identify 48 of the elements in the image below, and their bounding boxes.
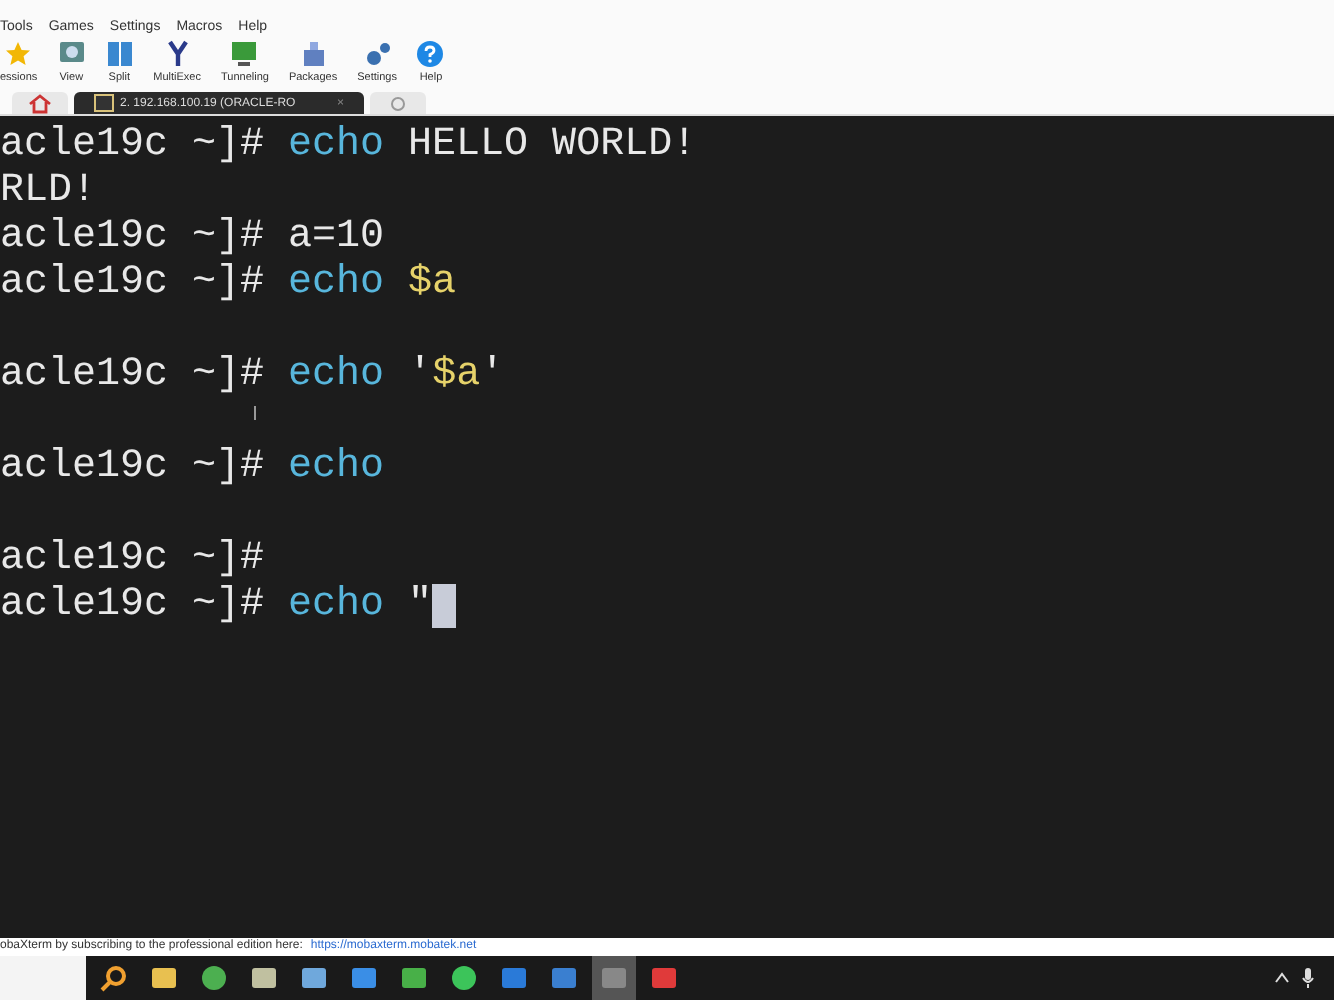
app-icon [400,964,428,992]
split-icon [105,40,134,68]
terminal-text: echo [288,582,385,628]
search-icon [100,964,128,992]
terminal-text: acle19c ~]# [0,352,267,398]
fork-icon [163,40,192,68]
tunnel-icon [230,40,259,68]
terminal-text: ' [480,352,505,398]
terminal-text: echo [288,122,385,168]
terminal-text: acle19c ~]# [0,444,267,490]
app-icon [650,964,678,992]
home-icon [28,93,52,113]
terminal-text: acle19c ~]# [0,214,267,260]
app-icon [200,964,228,992]
terminal-icon [94,94,114,112]
app-icon [300,964,328,992]
help-icon [416,40,445,68]
terminal-text: a=10 [288,214,385,260]
terminal-text: $a [408,260,457,306]
terminal-text: ' [406,352,433,398]
terminal-text: " [406,582,433,628]
terminal-text: echo [288,352,385,398]
app-icon [350,964,378,992]
package-icon [299,40,328,68]
microphone-icon [1302,968,1314,988]
gears-icon [363,40,392,68]
star-icon [4,40,33,68]
terminal-text: acle19c ~]# [0,260,267,306]
app-icon [450,964,478,992]
terminal-text: RLD! [0,168,97,214]
plus-icon [386,95,410,111]
app-icon [150,964,178,992]
terminal-text: $a [432,352,481,398]
terminal-text: echo [288,260,387,306]
terminal-text: HELLO WORLD! [406,122,697,168]
terminal-text: echo [288,444,385,490]
terminal-text: acle19c ~]# [0,122,267,168]
terminal-text: acle19c ~]# [0,582,267,628]
app-icon [600,964,628,992]
app-icon [550,964,578,992]
chevron-up-icon [1274,972,1290,984]
app-icon [250,964,278,992]
terminal-text: acle19c ~]# [0,536,265,582]
view-icon [57,40,86,68]
mouse-cursor-icon [254,406,256,420]
home-tab[interactable] [12,92,68,114]
app-icon [500,964,528,992]
text-cursor [432,583,457,627]
